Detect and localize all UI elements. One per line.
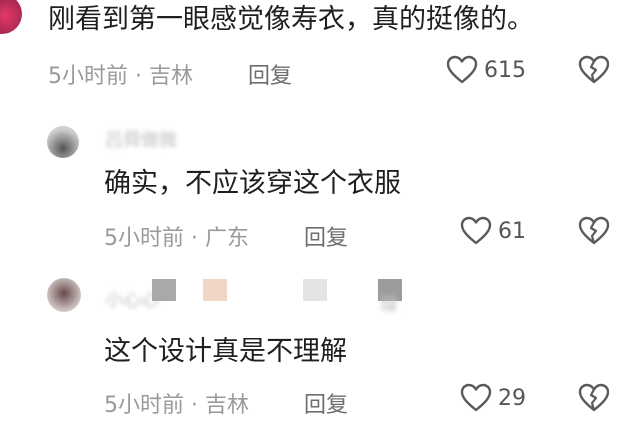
comment-location: 吉林 <box>205 393 250 418</box>
comment-time: 5小时前 <box>48 64 128 89</box>
like-button[interactable]: 61 <box>460 216 540 248</box>
meta-separator: · <box>135 64 142 89</box>
comment-time: 5小时前 <box>104 226 184 251</box>
comment-username-tail: 璇 <box>380 294 398 315</box>
comment-text: 确实，不应该穿这个衣服 <box>104 168 401 199</box>
avatar[interactable] <box>47 278 81 312</box>
comment-meta: 5小时前 · 吉林 <box>48 58 193 90</box>
avatar[interactable] <box>47 126 79 158</box>
comment-time: 5小时前 <box>104 393 184 418</box>
comment-username[interactable]: 小心心 <box>105 286 159 312</box>
reply-button[interactable]: 回复 <box>304 387 348 419</box>
broken-heart-icon[interactable] <box>578 55 610 85</box>
comment-text: 刚看到第一眼感觉像寿衣，真的挺像的。 <box>48 4 534 35</box>
like-count: 61 <box>498 219 526 244</box>
comment-location: 吉林 <box>149 64 194 89</box>
username-mosaic <box>152 279 176 301</box>
comment-username[interactable]: 吕舜做微 <box>105 126 177 152</box>
heart-outline-icon <box>460 216 492 245</box>
comment-text: 这个设计真是不理解 <box>104 336 347 367</box>
like-button[interactable]: 615 <box>446 55 536 87</box>
reply-button[interactable]: 回复 <box>248 58 292 90</box>
comment-meta: 5小时前 · 广东 <box>104 220 249 252</box>
meta-separator: · <box>191 393 198 418</box>
broken-heart-icon[interactable] <box>578 383 610 413</box>
comment-location: 广东 <box>205 226 250 251</box>
heart-outline-icon <box>446 55 478 84</box>
heart-outline-icon <box>460 383 492 412</box>
like-button[interactable]: 29 <box>460 383 540 415</box>
meta-separator: · <box>191 226 198 251</box>
broken-heart-icon[interactable] <box>578 216 610 246</box>
reply-button[interactable]: 回复 <box>304 220 348 252</box>
avatar[interactable] <box>0 0 22 34</box>
username-mosaic <box>303 279 327 301</box>
like-count: 615 <box>484 58 526 83</box>
username-mosaic <box>203 279 227 301</box>
like-count: 29 <box>498 386 526 411</box>
comment-meta: 5小时前 · 吉林 <box>104 387 249 419</box>
